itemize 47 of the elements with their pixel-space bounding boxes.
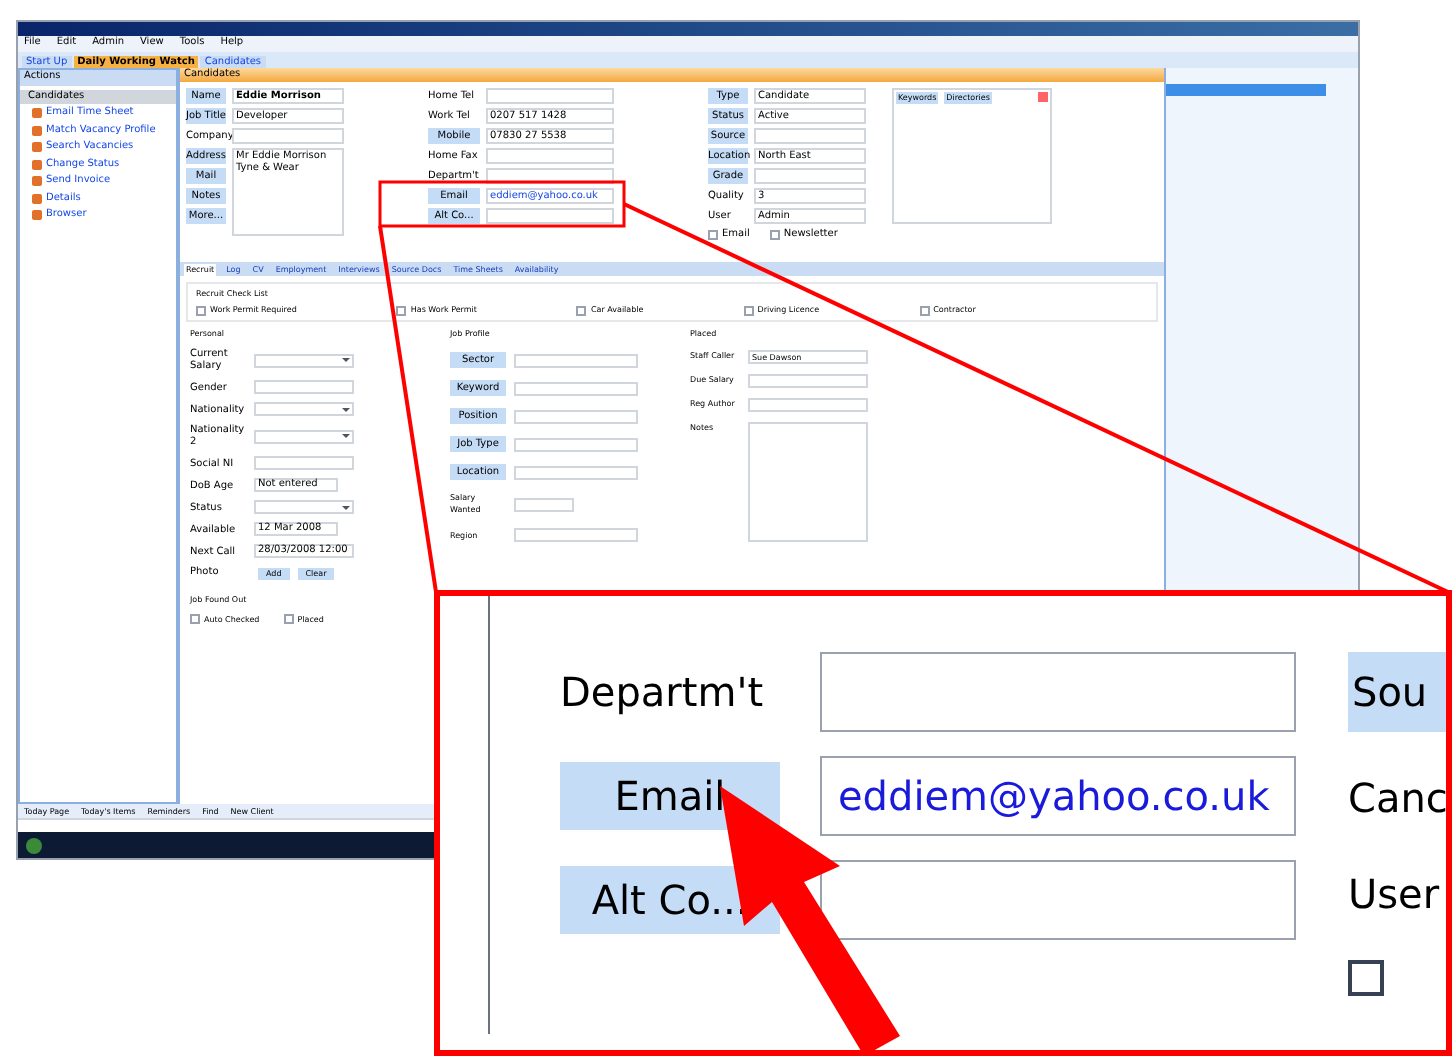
text-field[interactable]: [514, 409, 638, 423]
start-icon[interactable]: [26, 837, 42, 853]
text-field[interactable]: [514, 381, 638, 395]
text-field[interactable]: [820, 652, 1296, 732]
checkbox[interactable]: [576, 305, 587, 315]
field-label: Canc: [1348, 772, 1446, 826]
checkbox[interactable]: [190, 614, 200, 624]
checkbox[interactable]: [919, 305, 930, 315]
checkbox[interactable]: [769, 230, 780, 241]
dropdown[interactable]: [254, 429, 354, 443]
text-field[interactable]: [486, 148, 614, 164]
text-field[interactable]: [820, 860, 1296, 940]
text-field[interactable]: [748, 374, 868, 388]
text-field[interactable]: [232, 128, 344, 144]
checkbox[interactable]: [708, 230, 718, 241]
text-field[interactable]: [514, 465, 638, 479]
caret-icon: [342, 358, 350, 362]
dropdown[interactable]: [514, 497, 574, 511]
selected-row[interactable]: [1166, 84, 1326, 96]
field-button[interactable]: Email: [560, 762, 780, 830]
checkbox[interactable]: [1348, 960, 1384, 996]
checkbox[interactable]: [196, 305, 206, 315]
dropdown[interactable]: [254, 353, 354, 367]
text-field[interactable]: eddiem@yahoo.co.uk: [820, 756, 1296, 836]
text-field[interactable]: [254, 456, 354, 470]
caret-icon: [342, 434, 350, 438]
delete-icon[interactable]: [1038, 92, 1048, 102]
text-field[interactable]: [754, 168, 866, 184]
text-field[interactable]: [254, 380, 354, 394]
checkbox[interactable]: [743, 305, 754, 315]
text-field[interactable]: [486, 88, 614, 104]
checkbox[interactable]: [283, 614, 294, 624]
text-field[interactable]: [748, 422, 868, 542]
text-field[interactable]: [486, 208, 614, 224]
field-label: Departm't: [560, 666, 766, 720]
dropdown[interactable]: [254, 402, 354, 416]
dropdown[interactable]: [254, 500, 354, 514]
text-field[interactable]: [514, 528, 638, 542]
field-button[interactable]: Sou: [1348, 652, 1446, 732]
field-label: User: [1348, 868, 1442, 922]
caret-icon: [342, 407, 350, 411]
text-field[interactable]: [514, 353, 638, 367]
text-field[interactable]: [754, 128, 866, 144]
caret-icon: [342, 505, 350, 509]
checkbox[interactable]: [396, 305, 407, 315]
text-field[interactable]: [748, 398, 868, 412]
text-field[interactable]: [514, 437, 638, 451]
